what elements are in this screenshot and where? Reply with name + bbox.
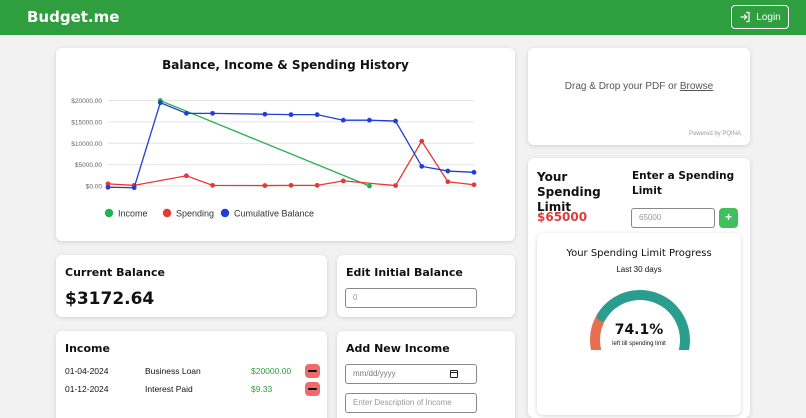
progress-caption: left till spending limit (612, 341, 666, 347)
progress-period: Last 30 days (616, 265, 662, 274)
legend-marker (220, 208, 230, 218)
series-line-spending (107, 139, 475, 187)
data-point (367, 117, 372, 123)
calendar-icon[interactable] (450, 370, 458, 378)
add-limit-button[interactable]: + (719, 208, 738, 228)
data-point (105, 184, 111, 190)
data-point (131, 185, 137, 191)
y-tick-label: $10000.00 (71, 141, 102, 148)
income-title: Income (65, 342, 110, 355)
data-point (210, 110, 215, 116)
brand-logo[interactable]: Budget.me (27, 8, 119, 26)
powered-by-label[interactable]: Powered by PQINA (689, 131, 741, 137)
data-point (340, 117, 346, 123)
data-point (445, 179, 451, 185)
data-point (184, 173, 189, 179)
income-row: 01-12-2024 Interest Paid $9.33 (65, 382, 323, 396)
current-balance-card: Current Balance $3172.64 (56, 255, 327, 317)
spending-limit-input[interactable]: 65000 (631, 208, 715, 228)
history-chart-card: Balance, Income & Spending History $0.00… (56, 48, 515, 241)
data-point (340, 178, 346, 184)
current-balance-title: Current Balance (65, 266, 165, 279)
income-row: 01-04-2024 Business Loan $20000.00 (65, 364, 323, 378)
income-date: 01-04-2024 (65, 366, 109, 376)
income-description: Business Loan (145, 366, 201, 376)
y-tick-label: $5000.00 (75, 162, 102, 169)
y-tick-label: $15000.00 (71, 119, 102, 126)
login-icon (740, 11, 750, 23)
spending-limit-value: $65000 (537, 210, 588, 224)
progress-title: Your Spending Limit Progress (566, 248, 712, 259)
delete-income-button[interactable] (305, 382, 320, 396)
legend-marker (104, 208, 114, 218)
pdf-upload-dropzone[interactable]: Drag & Drop your PDF or Browse Powered b… (528, 48, 750, 145)
income-description: Interest Paid (145, 384, 193, 394)
y-tick-label: $20000.00 (71, 98, 102, 105)
data-point (157, 100, 163, 106)
enter-limit-label: Enter a Spending Limit (632, 170, 735, 197)
spending-limit-card: Your Spending Limit $65000 Enter a Spend… (528, 158, 750, 418)
y-tick-label: $0.00 (86, 184, 103, 191)
browse-link[interactable]: Browse (680, 81, 713, 92)
add-income-title: Add New Income (346, 342, 450, 355)
data-point (445, 168, 451, 174)
top-navbar: Budget.me Login (0, 0, 806, 35)
initial-balance-card: Edit Initial Balance 0 (337, 255, 515, 317)
data-point (288, 182, 294, 188)
initial-balance-title: Edit Initial Balance (346, 266, 463, 279)
legend-marker (162, 208, 172, 218)
legend-label: Spending (176, 209, 214, 219)
spending-limit-title: Your Spending Limit (537, 170, 601, 214)
income-card: Income 01-04-2024 Business Loan $20000.0… (56, 331, 327, 418)
legend-label: Income (118, 209, 148, 219)
data-point (367, 183, 372, 189)
data-point (314, 112, 320, 118)
data-point (393, 118, 398, 124)
history-chart: $0.00 $5000.00 $10000.00 $15000.00 $20000.00… (71, 98, 477, 219)
limit-progress-card: Your Spending Limit Progress Last 30 day… (537, 233, 741, 415)
income-date: 01-12-2024 (65, 384, 109, 394)
data-point (288, 112, 294, 118)
data-point (419, 163, 425, 169)
data-point (471, 169, 477, 175)
upload-instructions: Drag & Drop your PDF or Browse (528, 81, 750, 92)
login-button[interactable]: Login (731, 5, 789, 29)
upload-text: Drag & Drop your PDF or (564, 81, 680, 92)
current-balance-value: $3172.64 (65, 289, 155, 309)
add-income-card: Add New Income mm/dd/yyyy Enter Descript… (337, 331, 515, 418)
progress-percent: 74.1% (614, 322, 664, 338)
data-point (262, 111, 268, 117)
initial-balance-input[interactable]: 0 (345, 288, 477, 308)
data-point (210, 182, 215, 188)
data-point (393, 183, 398, 188)
data-point (314, 182, 320, 188)
data-point (419, 138, 425, 144)
income-amount: $20000.00 (251, 366, 292, 376)
income-description-input[interactable]: Enter Description of Income (345, 393, 477, 413)
data-point (262, 183, 268, 188)
data-point (471, 182, 477, 188)
data-point (184, 110, 189, 116)
legend-label: Cumulative Balance (234, 209, 314, 219)
delete-income-button[interactable] (305, 364, 320, 378)
login-label: Login (756, 11, 781, 23)
income-amount: $9.33 (251, 384, 273, 394)
